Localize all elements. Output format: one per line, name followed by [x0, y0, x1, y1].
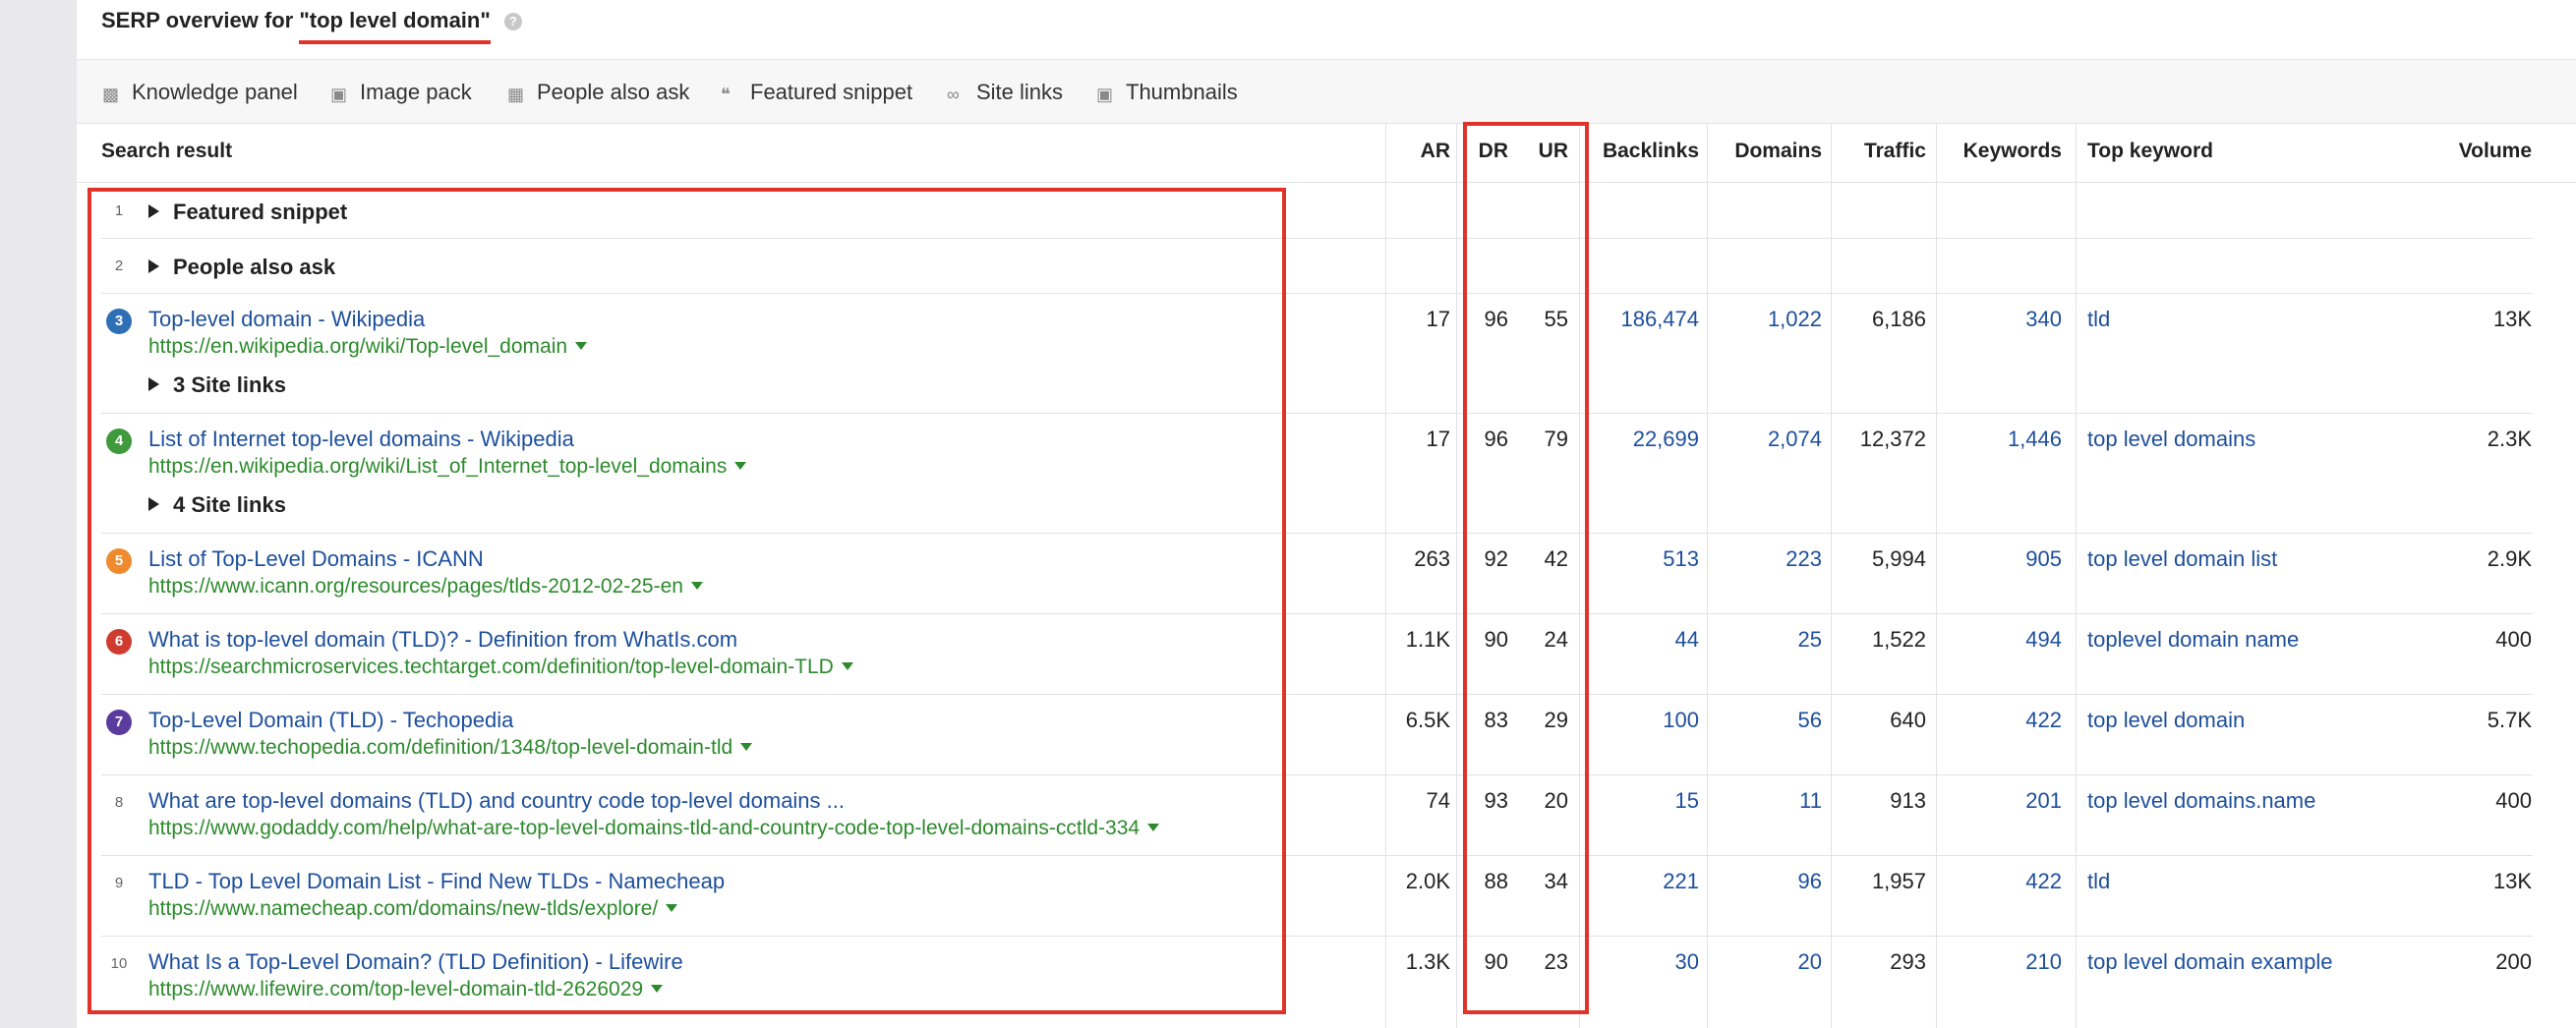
keywords-value[interactable]: 210	[1942, 949, 2062, 975]
top-keyword-link[interactable]: top level domain list	[2087, 546, 2277, 572]
feature-thumbnails[interactable]: ▣ Thumbnails	[1096, 80, 1238, 105]
volume-value: 400	[2495, 627, 2532, 652]
query-underline	[299, 40, 491, 44]
volume-value: 13K	[2492, 307, 2532, 331]
ar-value: 263	[1414, 546, 1450, 571]
traffic-value: 6,186	[1871, 307, 1926, 331]
domains-value[interactable]: 1,022	[1711, 307, 1822, 332]
top-keyword-link[interactable]: top level domains	[2087, 427, 2255, 452]
domains-value[interactable]: 20	[1711, 949, 1822, 975]
ar-value: 6.5K	[1405, 708, 1450, 732]
top-keyword-link[interactable]: toplevel domain name	[2087, 627, 2299, 653]
traffic-value: 12,372	[1859, 427, 1926, 451]
left-gutter	[0, 0, 77, 1028]
title-prefix: SERP overview for	[101, 8, 300, 32]
traffic-value: 293	[1890, 949, 1926, 974]
keywords-value[interactable]: 340	[1942, 307, 2062, 332]
ar-value: 2.0K	[1405, 869, 1450, 893]
col-divider	[1456, 124, 1457, 1028]
keywords-value[interactable]: 1,446	[1942, 427, 2062, 452]
people-also-ask-icon: ▦	[507, 85, 525, 104]
help-icon[interactable]: ?	[503, 13, 522, 30]
search-results-highlight-box	[88, 188, 1286, 1014]
col-header-ar[interactable]: AR	[1386, 140, 1450, 163]
feature-image-pack[interactable]: ▣ Image pack	[330, 80, 472, 105]
col-divider	[2076, 124, 2077, 1028]
keywords-value[interactable]: 422	[1942, 708, 2062, 733]
ar-value: 1.3K	[1405, 949, 1450, 974]
domains-value[interactable]: 56	[1711, 708, 1822, 733]
keywords-value[interactable]: 201	[1942, 788, 2062, 814]
col-header-volume[interactable]: Volume	[2360, 140, 2532, 163]
feature-knowledge-panel[interactable]: ▩ Knowledge panel	[102, 80, 298, 105]
domains-value[interactable]: 2,074	[1711, 427, 1822, 452]
traffic-value: 1,957	[1871, 869, 1926, 893]
query-value: "top level domain"	[299, 8, 491, 32]
keywords-value[interactable]: 422	[1942, 869, 2062, 894]
knowledge-panel-icon: ▩	[102, 85, 120, 104]
col-header-search-result[interactable]: Search result	[101, 140, 232, 163]
backlinks-value[interactable]: 221	[1583, 869, 1699, 894]
top-keyword-link[interactable]: top level domain example	[2087, 949, 2332, 975]
col-header-domains[interactable]: Domains	[1711, 140, 1822, 163]
backlinks-value[interactable]: 513	[1583, 546, 1699, 572]
top-keyword-link[interactable]: tld	[2087, 869, 2110, 894]
query-text: "top level domain"	[299, 8, 491, 44]
traffic-value: 640	[1890, 708, 1926, 732]
keywords-value[interactable]: 494	[1942, 627, 2062, 653]
volume-value: 200	[2495, 949, 2532, 974]
feature-site-links[interactable]: ∞ Site links	[947, 80, 1063, 105]
col-header-top-keyword[interactable]: Top keyword	[2087, 140, 2213, 163]
feature-featured-snippet[interactable]: ❝ Featured snippet	[721, 80, 912, 105]
backlinks-value[interactable]: 44	[1583, 627, 1699, 653]
feature-people-also-ask[interactable]: ▦ People also ask	[507, 80, 689, 105]
col-divider	[1831, 124, 1832, 1028]
volume-value: 2.3K	[2487, 427, 2532, 451]
backlinks-value[interactable]: 15	[1583, 788, 1699, 814]
top-keyword-link[interactable]: tld	[2087, 307, 2110, 332]
thumbnails-icon: ▣	[1096, 85, 1114, 104]
page-title: SERP overview for "top level domain"?	[101, 8, 522, 44]
domains-value[interactable]: 25	[1711, 627, 1822, 653]
featured-snippet-icon: ❝	[721, 85, 731, 104]
col-divider	[1707, 124, 1708, 1028]
traffic-value: 913	[1890, 788, 1926, 813]
domains-value[interactable]: 11	[1711, 788, 1822, 814]
header-divider	[77, 182, 2576, 183]
top-keyword-link[interactable]: top level domain	[2087, 708, 2245, 733]
keywords-value[interactable]: 905	[1942, 546, 2062, 572]
traffic-value: 5,994	[1871, 546, 1926, 571]
backlinks-value[interactable]: 22,699	[1583, 427, 1699, 452]
domains-value[interactable]: 223	[1711, 546, 1822, 572]
backlinks-value[interactable]: 100	[1583, 708, 1699, 733]
domains-value[interactable]: 96	[1711, 869, 1822, 894]
volume-value: 400	[2495, 788, 2532, 813]
col-divider	[1936, 124, 1937, 1028]
ar-value: 17	[1426, 307, 1450, 331]
serp-overview-page: SERP overview for "top level domain"? ▩ K…	[0, 0, 2576, 1028]
ar-value: 17	[1426, 427, 1450, 451]
volume-value: 13K	[2492, 869, 2532, 893]
dr-ur-highlight-box	[1463, 122, 1589, 1014]
volume-value: 5.7K	[2487, 708, 2532, 732]
serp-features-bar: ▩ Knowledge panel ▣ Image pack ▦ People als…	[77, 59, 2576, 124]
col-header-backlinks[interactable]: Backlinks	[1583, 140, 1699, 163]
traffic-value: 1,522	[1871, 627, 1926, 652]
image-pack-icon: ▣	[330, 85, 348, 104]
backlinks-value[interactable]: 30	[1583, 949, 1699, 975]
top-keyword-link[interactable]: top level domains.name	[2087, 788, 2315, 814]
ar-value: 1.1K	[1405, 627, 1450, 652]
volume-value: 2.9K	[2487, 546, 2532, 571]
site-links-icon: ∞	[947, 85, 960, 104]
ar-value: 74	[1426, 788, 1450, 813]
backlinks-value[interactable]: 186,474	[1583, 307, 1699, 332]
col-header-keywords[interactable]: Keywords	[1942, 140, 2062, 163]
col-header-traffic[interactable]: Traffic	[1835, 140, 1926, 163]
